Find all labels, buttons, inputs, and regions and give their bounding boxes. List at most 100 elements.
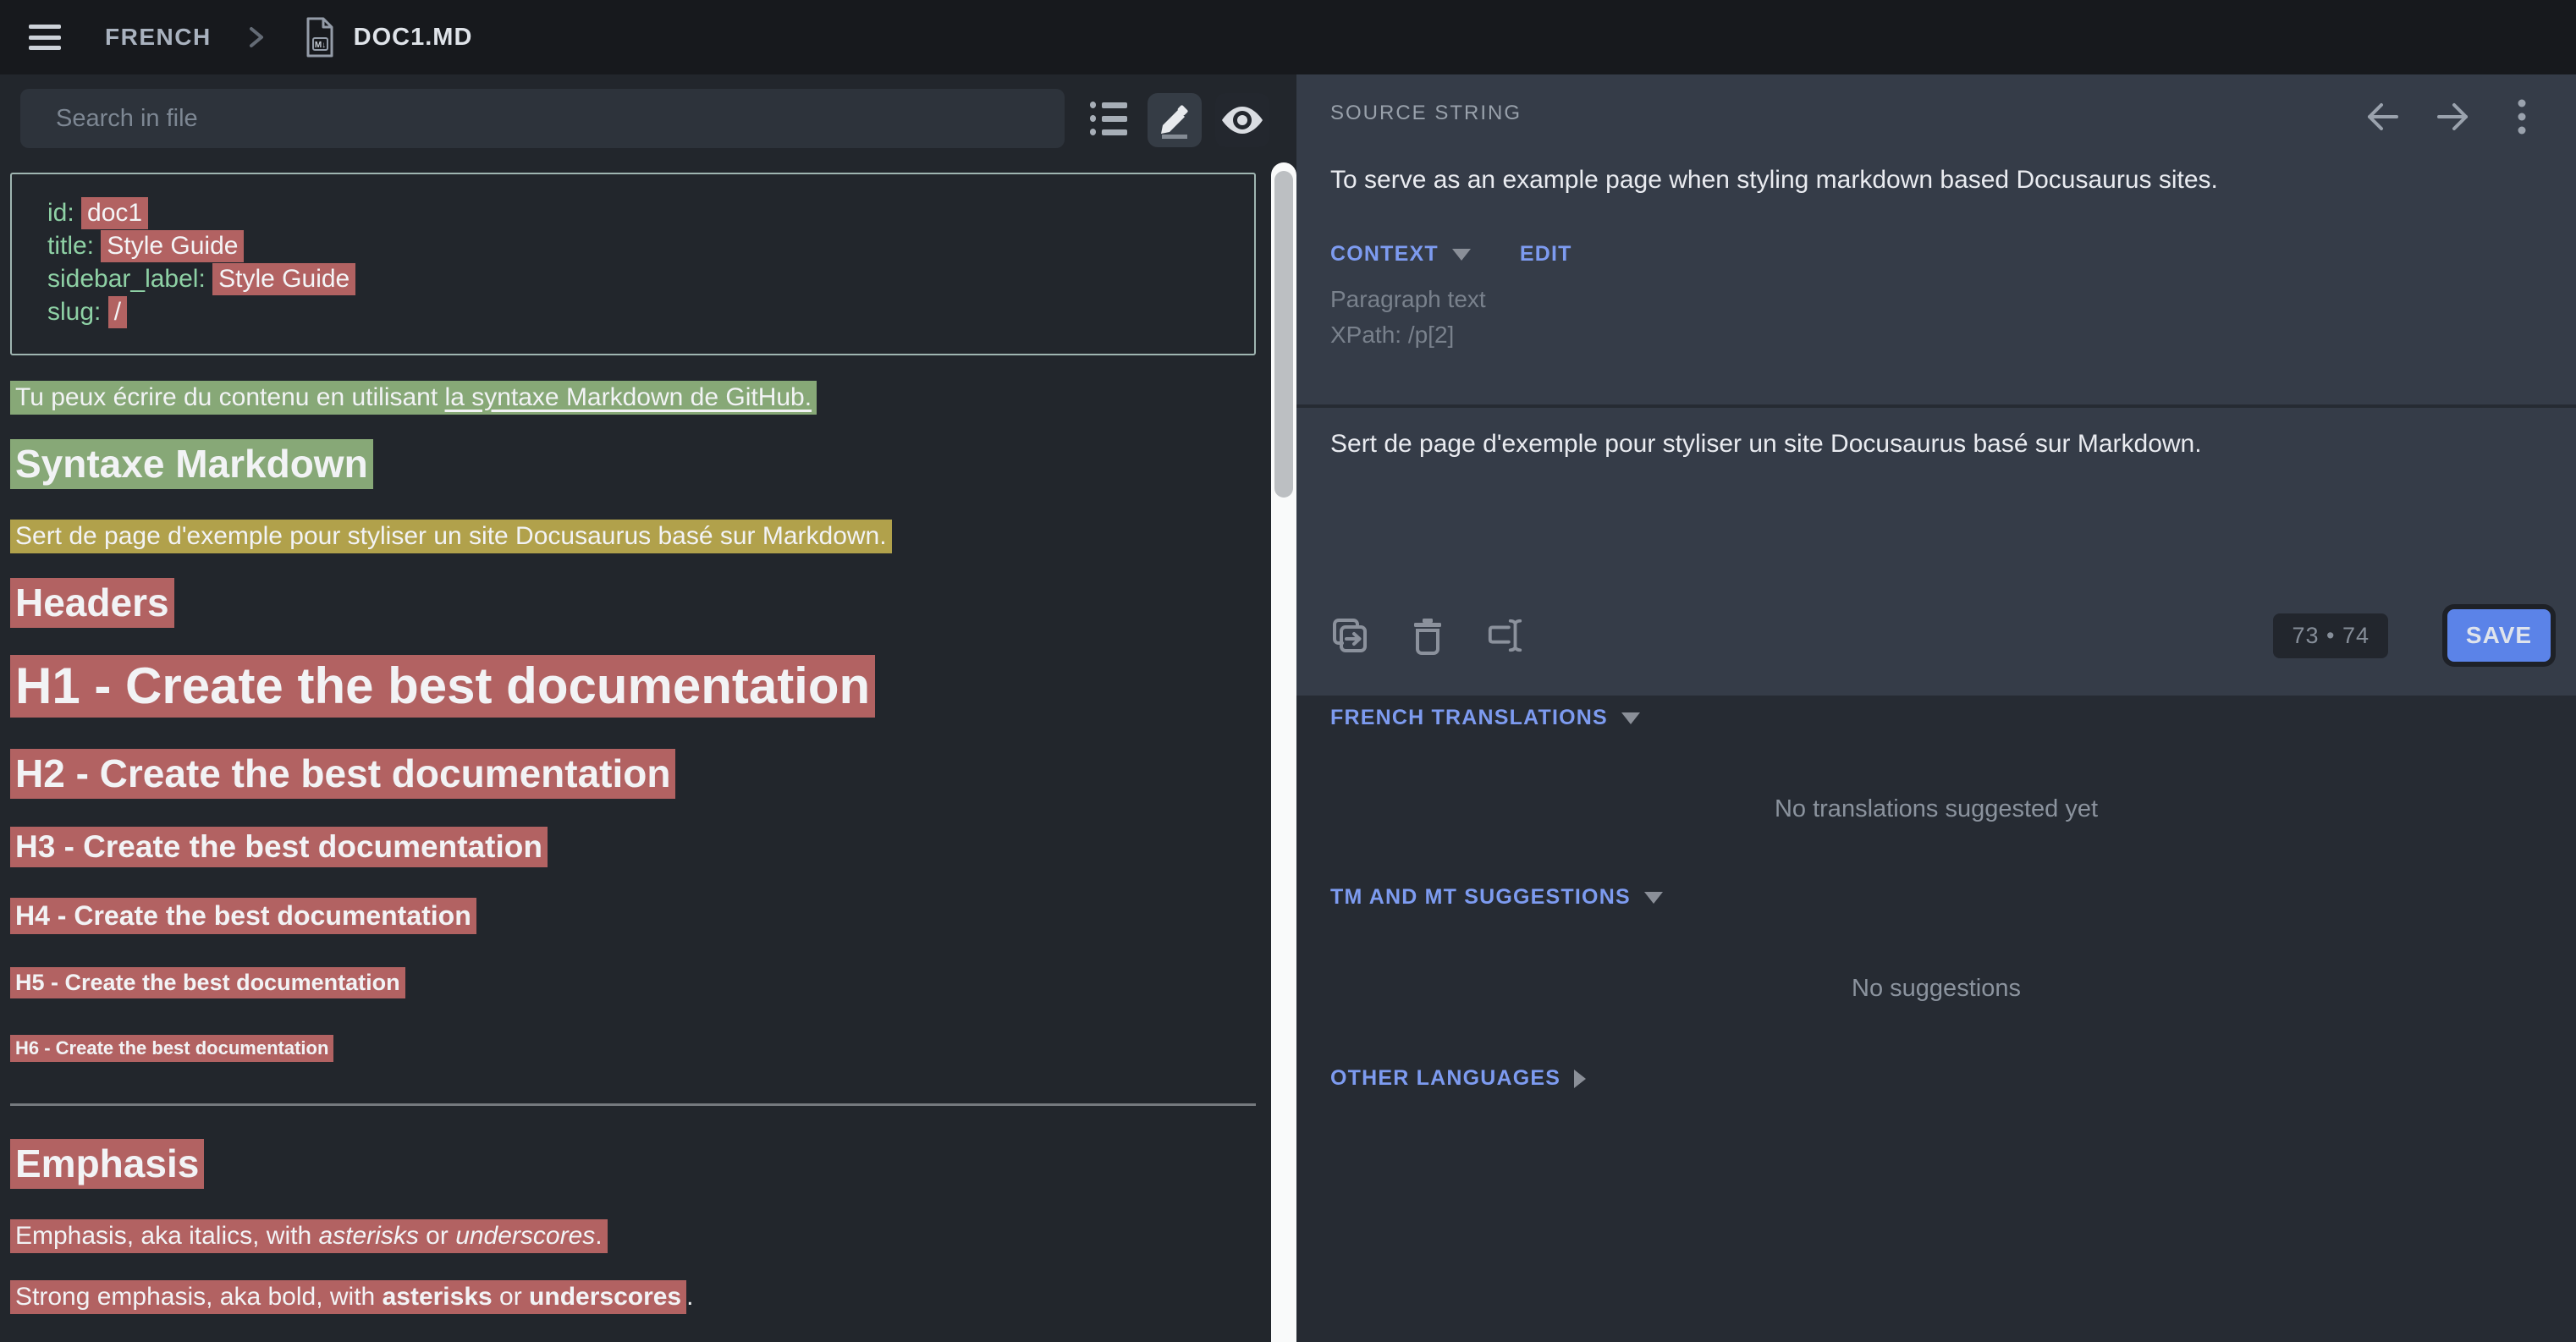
translatable-string-green[interactable]: Syntaxe Markdown — [10, 439, 373, 489]
markdown-p: Strong emphasis, aka bold, with asterisk… — [10, 1280, 1256, 1314]
markdown-h1: H1 - Create the best documentation — [10, 658, 1256, 714]
horizontal-rule — [10, 1103, 1256, 1106]
string-segment: H3 - Create the best documentation — [15, 829, 542, 864]
translation-side-panel: SOURCE STRING — [1296, 74, 2576, 1342]
section-other-languages[interactable]: OTHER LANGUAGES — [1330, 1066, 1586, 1091]
character-counter: 73 • 74 — [2273, 613, 2388, 658]
frontmatter-value-string[interactable]: Style Guide — [101, 230, 244, 262]
context-xpath: XPath: /p[2] — [1330, 322, 1454, 349]
frontmatter-value-string[interactable]: / — [108, 296, 127, 328]
string-segment: Syntaxe Markdown — [15, 442, 368, 486]
hamburger-menu-icon[interactable] — [29, 25, 61, 50]
context-toggle[interactable]: CONTEXT — [1330, 242, 1439, 267]
vertical-scrollbar-thumb[interactable] — [1274, 171, 1293, 498]
string-segment: Tu peux écrire du contenu en utilisant — [15, 383, 445, 411]
french-translations-label: FRENCH TRANSLATIONS — [1330, 706, 1608, 730]
save-button[interactable]: SAVE — [2447, 609, 2551, 662]
markdown-h5: H5 - Create the best documentation — [10, 969, 1256, 996]
string-segment: la syntaxe Markdown de GitHub. — [445, 383, 812, 411]
search-input[interactable] — [20, 89, 1065, 148]
translatable-string-green[interactable]: Tu peux écrire du contenu en utilisant l… — [10, 381, 817, 415]
markdown-file-icon: M↓ — [303, 16, 337, 58]
edit-mode-button[interactable] — [1148, 93, 1202, 147]
markdown-h2: H2 - Create the best documentation — [10, 751, 1256, 795]
string-segment: Sert de page d'exemple pour styliser un … — [15, 522, 887, 550]
translatable-string-red[interactable]: Emphasis, aka italics, with asterisks or… — [10, 1219, 608, 1253]
markdown-p: Emphasis, aka italics, with asterisks or… — [10, 1219, 1256, 1253]
translatable-string-red[interactable]: Emphasis — [10, 1139, 204, 1189]
string-segment: Emphasis — [15, 1141, 199, 1185]
frontmatter-value-string[interactable]: Style Guide — [212, 263, 355, 295]
translatable-string-olive[interactable]: Sert de page d'exemple pour styliser un … — [10, 520, 892, 553]
section-french-translations[interactable]: FRENCH TRANSLATIONS — [1330, 706, 1640, 730]
frontmatter-line: id: doc1 — [47, 196, 1237, 229]
trash-icon — [1411, 616, 1445, 655]
preview-mode-button[interactable] — [1215, 93, 1269, 147]
translatable-string-red[interactable]: H6 - Create the best documentation — [10, 1035, 333, 1062]
frontmatter-line: title: Style Guide — [47, 229, 1237, 262]
string-segment: H6 - Create the best documentation — [15, 1037, 328, 1059]
frontmatter-line: sidebar_label: Style Guide — [47, 262, 1237, 295]
markdown-p: Tu peux écrire du contenu en utilisant l… — [10, 381, 1256, 415]
string-list-icon[interactable] — [1090, 102, 1127, 135]
next-string-button[interactable] — [2429, 93, 2476, 140]
markdown-h4: H4 - Create the best documentation — [10, 900, 1256, 932]
translatable-string-red[interactable]: H1 - Create the best documentation — [10, 655, 875, 718]
source-string-label: SOURCE STRING — [1330, 102, 1522, 125]
insert-placeholder-button[interactable] — [1486, 616, 1525, 655]
frontmatter-key: id: — [47, 199, 81, 227]
arrow-left-icon — [2364, 98, 2402, 135]
markdown-content: Tu peux écrire du contenu en utilisant l… — [10, 381, 1256, 1314]
text-outside-highlight: . — [686, 1283, 693, 1311]
more-options-button[interactable] — [2498, 93, 2546, 140]
breadcrumb-file[interactable]: DOC1.MD — [354, 24, 473, 52]
suggestions-empty-message: No suggestions — [1296, 975, 2576, 1003]
markdown-h2: Emphasis — [10, 1141, 1256, 1185]
copy-source-icon — [1330, 616, 1369, 655]
markdown-h2: Headers — [10, 580, 1256, 624]
frontmatter-key: sidebar_label: — [47, 265, 212, 293]
string-segment: Headers — [15, 580, 169, 624]
translatable-string-red[interactable]: Headers — [10, 578, 174, 628]
section-expanded-arrow-icon — [1644, 892, 1663, 904]
other-languages-label: OTHER LANGUAGES — [1330, 1066, 1560, 1091]
svg-text:M↓: M↓ — [315, 41, 326, 50]
breadcrumb-project[interactable]: FRENCH — [105, 24, 212, 51]
insert-tag-icon — [1486, 616, 1525, 655]
source-string-card: SOURCE STRING — [1296, 74, 2576, 404]
context-element-type: Paragraph text — [1330, 286, 1486, 313]
translations-empty-message: No translations suggested yet — [1296, 795, 2576, 823]
translatable-string-red[interactable]: Strong emphasis, aka bold, with asterisk… — [10, 1280, 686, 1314]
translatable-string-red[interactable]: H5 - Create the best documentation — [10, 967, 405, 998]
markdown-h3: H3 - Create the best documentation — [10, 829, 1256, 865]
string-segment: . — [595, 1222, 602, 1250]
copy-source-button[interactable] — [1330, 616, 1369, 655]
frontmatter-key: title: — [47, 232, 101, 260]
translatable-string-red[interactable]: H3 - Create the best documentation — [10, 827, 548, 867]
file-editor-pane: id: doc1title: Style Guidesidebar_label:… — [0, 74, 1296, 1342]
string-segment: asterisks — [383, 1283, 493, 1311]
top-bar: FRENCH M↓ DOC1.MD — [0, 0, 2576, 74]
context-dropdown-arrow-icon — [1452, 249, 1471, 261]
translatable-string-red[interactable]: H4 - Create the best documentation — [10, 898, 476, 934]
context-edit-button[interactable]: EDIT — [1520, 242, 1572, 267]
vertical-scrollbar-track[interactable] — [1271, 162, 1296, 1342]
translation-input[interactable]: Sert de page d'exemple pour styliser un … — [1330, 430, 2515, 459]
string-segment: H4 - Create the best documentation — [15, 900, 471, 931]
section-tm-mt-suggestions[interactable]: TM AND MT SUGGESTIONS — [1330, 885, 1663, 910]
string-segment: H2 - Create the best documentation — [15, 751, 670, 795]
string-segment: underscores — [455, 1222, 595, 1250]
markdown-p: Sert de page d'exemple pour styliser un … — [10, 520, 1256, 553]
frontmatter-code-block: id: doc1title: Style Guidesidebar_label:… — [10, 173, 1256, 355]
tm-mt-suggestions-label: TM AND MT SUGGESTIONS — [1330, 885, 1631, 910]
delete-translation-button[interactable] — [1408, 616, 1447, 655]
translation-card: Sert de page d'exemple pour styliser un … — [1296, 408, 2576, 696]
string-segment: H5 - Create the best documentation — [15, 970, 400, 995]
breadcrumb-chevron-icon — [245, 23, 267, 52]
translatable-string-red[interactable]: H2 - Create the best documentation — [10, 749, 675, 799]
markdown-document: id: doc1title: Style Guidesidebar_label:… — [10, 173, 1256, 1341]
string-segment: underscores — [529, 1283, 681, 1311]
string-segment: or — [493, 1283, 529, 1311]
frontmatter-value-string[interactable]: doc1 — [81, 197, 148, 229]
previous-string-button[interactable] — [2359, 93, 2407, 140]
